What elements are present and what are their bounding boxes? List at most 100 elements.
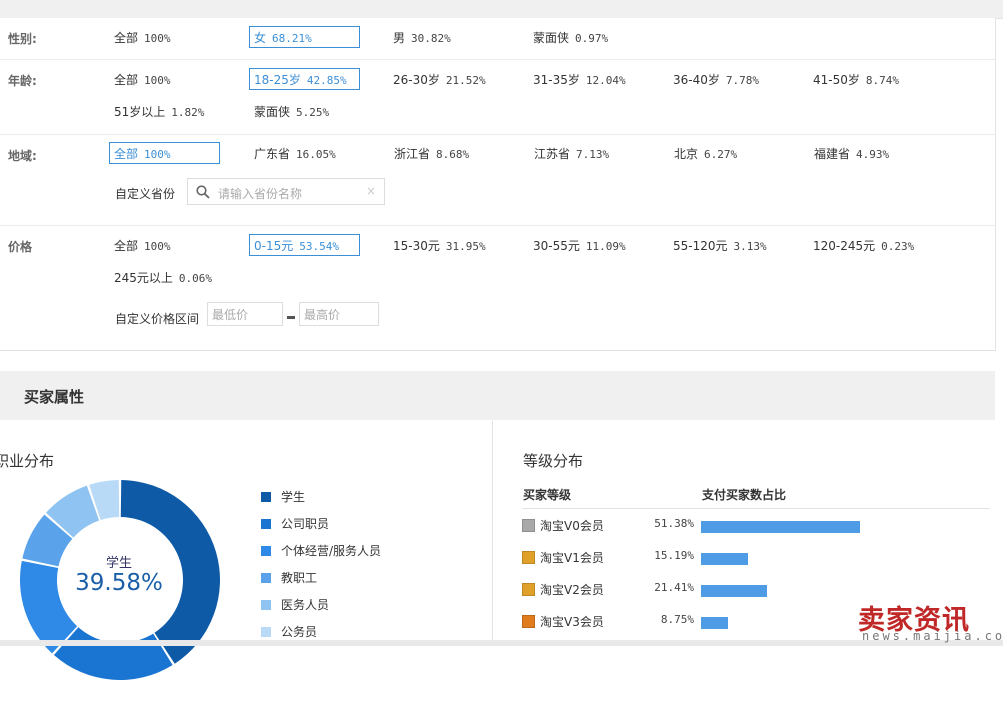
row-divider: [0, 134, 995, 135]
col-ratio-header: 支付买家数占比: [702, 488, 787, 502]
clear-icon[interactable]: ×: [366, 184, 376, 198]
custom-province-label: 自定义省份: [115, 187, 176, 201]
region-label: 地域:: [8, 149, 37, 163]
donut-slice-2[interactable]: [53, 627, 173, 680]
option-pct: 0.97%: [575, 32, 609, 45]
province-search-input[interactable]: 请输入省份名称 ×: [187, 178, 385, 205]
option-pct: 1.82%: [171, 106, 205, 119]
max-price-input[interactable]: 最高价: [299, 302, 379, 326]
age-option-41-50[interactable]: 41-50岁 8.74%: [813, 69, 899, 91]
legend-label: 公司职员: [281, 517, 330, 531]
option-name: 55-120元: [673, 239, 728, 253]
buyer-attributes-header: 买家属性: [0, 371, 995, 420]
legend-swatch: [261, 519, 271, 529]
level-title: 等级分布: [523, 452, 584, 470]
level-bar: [701, 617, 729, 629]
option-name: 0-15元: [254, 239, 294, 253]
region-option-guangdong[interactable]: 广东省 16.05%: [254, 143, 336, 165]
legend-label: 教职工: [281, 571, 318, 585]
option-name: 北京: [674, 147, 699, 161]
option-name: 120-245元: [813, 239, 876, 253]
price-option-0-15[interactable]: 0-15元 53.54%: [249, 234, 360, 256]
age-option-18-25[interactable]: 18-25岁 42.85%: [249, 68, 360, 90]
range-dash: [287, 316, 295, 319]
option-pct: 12.04%: [585, 74, 626, 87]
option-pct: 7.13%: [576, 148, 610, 161]
level-name: 淘宝V2会员: [540, 583, 604, 597]
gender-option-unknown[interactable]: 蒙面侠 0.97%: [533, 27, 608, 49]
age-option-unknown[interactable]: 蒙面侠 5.25%: [254, 101, 329, 123]
level-pct: 51.38%: [654, 517, 694, 530]
option-pct: 21.52%: [445, 74, 486, 87]
bottom-scroll-edge: [0, 640, 1003, 646]
age-option-51-plus[interactable]: 51岁以上 1.82%: [114, 101, 204, 123]
age-option-36-40[interactable]: 36-40岁 7.78%: [673, 69, 759, 91]
option-name: 26-30岁: [393, 73, 440, 87]
option-pct: 7.78%: [725, 74, 759, 87]
level-bar: [701, 585, 768, 597]
region-option-jiangsu[interactable]: 江苏省 7.13%: [534, 143, 609, 165]
option-name: 女: [254, 31, 267, 45]
region-option-beijing[interactable]: 北京 6.27%: [674, 143, 737, 165]
level-name: 淘宝V1会员: [540, 551, 604, 565]
legend-swatch: [261, 573, 271, 583]
option-pct: 53.54%: [299, 240, 339, 253]
level-bar: [701, 553, 749, 565]
gender-option-all[interactable]: 全部 100%: [114, 27, 171, 49]
col-level-header: 买家等级: [523, 488, 572, 502]
price-option-120-245[interactable]: 120-245元 0.23%: [813, 235, 914, 257]
age-label: 年龄:: [8, 74, 37, 88]
row-divider: [0, 59, 995, 60]
region-option-all[interactable]: 全部 100%: [109, 142, 220, 164]
level-badge-icon: [522, 615, 535, 628]
option-pct: 4.93%: [856, 148, 890, 161]
option-pct: 68.21%: [272, 32, 312, 45]
gender-option-female[interactable]: 女 68.21%: [249, 26, 360, 48]
option-name: 全部: [114, 147, 139, 161]
custom-price-label: 自定义价格区间: [115, 312, 200, 326]
option-name: 31-35岁: [533, 73, 580, 87]
region-option-fujian[interactable]: 福建省 4.93%: [814, 143, 889, 165]
legend-swatch: [261, 600, 271, 610]
option-pct: 42.85%: [306, 74, 347, 87]
row-divider: [0, 225, 995, 226]
level-badge-icon: [522, 519, 535, 532]
option-name: 全部: [114, 31, 139, 45]
option-pct: 30.82%: [411, 32, 451, 45]
age-option-31-35[interactable]: 31-35岁 12.04%: [533, 69, 626, 91]
option-pct: 8.74%: [865, 74, 899, 87]
option-pct: 100%: [144, 148, 171, 161]
region-option-zhejiang[interactable]: 浙江省 8.68%: [394, 143, 469, 165]
option-pct: 100%: [144, 32, 171, 45]
option-name: 18-25岁: [254, 73, 301, 87]
price-option-30-55[interactable]: 30-55元 11.09%: [533, 235, 626, 257]
option-pct: 5.25%: [296, 106, 330, 119]
level-pct: 15.19%: [654, 549, 694, 562]
column-divider: [492, 421, 493, 646]
option-name: 51岁以上: [114, 105, 166, 119]
option-name: 福建省: [814, 147, 851, 161]
age-option-26-30[interactable]: 26-30岁 21.52%: [393, 69, 486, 91]
option-name: 全部: [114, 73, 139, 87]
level-badge-icon: [522, 551, 535, 564]
option-pct: 100%: [144, 240, 171, 253]
price-option-245-plus[interactable]: 245元以上 0.06%: [114, 267, 212, 289]
option-name: 浙江省: [394, 147, 431, 161]
option-name: 全部: [114, 239, 139, 253]
option-name: 男: [393, 31, 406, 45]
price-option-15-30[interactable]: 15-30元 31.95%: [393, 235, 486, 257]
age-option-all[interactable]: 全部 100%: [114, 69, 171, 91]
legend-swatch: [261, 627, 271, 637]
option-pct: 8.68%: [436, 148, 470, 161]
gender-option-male[interactable]: 男 30.82%: [393, 27, 451, 49]
price-option-55-120[interactable]: 55-120元 3.13%: [673, 235, 767, 257]
option-name: 江苏省: [534, 147, 571, 161]
option-pct: 6.27%: [704, 148, 738, 161]
legend-swatch: [261, 492, 271, 502]
option-pct: 11.09%: [585, 240, 626, 253]
legend-label: 个体经营/服务人员: [281, 544, 382, 558]
price-option-all[interactable]: 全部 100%: [114, 235, 171, 257]
min-price-input[interactable]: 最低价: [207, 302, 283, 326]
watermark-url: news.maijia.com: [862, 629, 1003, 643]
price-label: 价格: [8, 240, 33, 254]
